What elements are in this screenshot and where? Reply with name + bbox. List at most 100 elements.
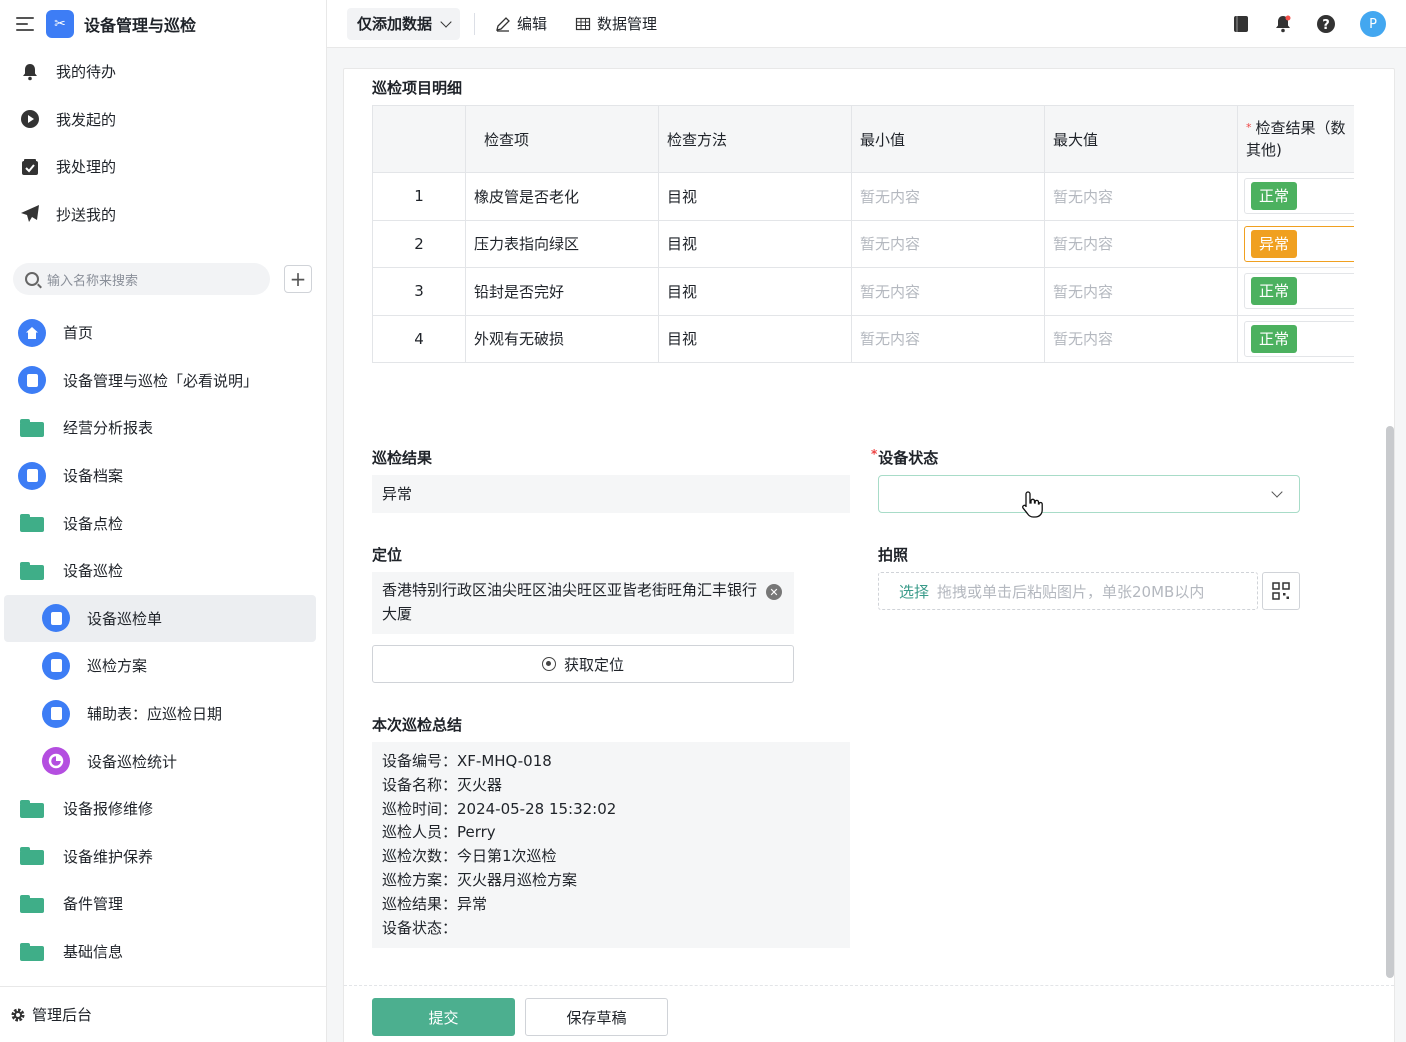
- table-row: 1 橡皮管是否老化 目视 暂无内容 暂无内容 正常: [372, 172, 1354, 221]
- qr-code-button[interactable]: [1262, 572, 1300, 610]
- sidebar-nav: 首页 设备管理与巡检「必看说明」 经营分析报表 设备档案 设备点检 设备巡检 设…: [0, 309, 326, 975]
- sidebar-item-label: 设备点检: [63, 514, 124, 533]
- sidebar-item-label: 抄送我的: [56, 205, 117, 224]
- admin-link[interactable]: 管理后台: [0, 986, 326, 1042]
- result-select[interactable]: 正常: [1244, 273, 1354, 310]
- summary-line: 巡检次数：今日第1次巡检: [382, 847, 557, 866]
- photo-upload-area[interactable]: 选择 拖拽或单击后粘贴图片，单张20MB以内: [878, 572, 1258, 610]
- summary-line: 设备编号：XF-MHQ-018: [382, 752, 552, 770]
- sidebar-item-reports[interactable]: 经营分析报表: [0, 404, 326, 452]
- clear-icon[interactable]: ✕: [766, 584, 782, 600]
- bell-icon: [20, 62, 40, 82]
- sidebar-item-spot-check[interactable]: 设备点检: [0, 499, 326, 547]
- tools-icon: ✂: [46, 10, 74, 38]
- sidebar-item-inspection-form[interactable]: 设备巡检单: [4, 594, 316, 643]
- sidebar-item-spare-parts[interactable]: 备件管理: [0, 880, 326, 928]
- sidebar-item-home[interactable]: 首页: [0, 309, 326, 357]
- add-button[interactable]: +: [284, 265, 312, 293]
- scrollbar[interactable]: [1386, 426, 1394, 978]
- sidebar-item-label: 设备管理与巡检「必看说明」: [63, 371, 259, 390]
- sidebar-item-label: 我发起的: [56, 110, 117, 129]
- sidebar-item-due-dates[interactable]: 辅助表：应巡检日期: [0, 690, 326, 738]
- inspection-items-table: 检查项 检查方法 最小值 最大值 * 检查结果（数 其他) 1 橡皮管是否老化 目视…: [372, 105, 1354, 363]
- photo-select-link[interactable]: 选择: [899, 581, 929, 602]
- form-card: 巡检项目明细 检查项 检查方法 最小值 最大值 * 检查结果（数 其他) 1 橡…: [343, 68, 1395, 1042]
- sidebar-item-label: 经营分析报表: [63, 419, 154, 438]
- cell-item: 橡皮管是否老化: [465, 172, 659, 221]
- sidebar-item-cc[interactable]: 抄送我的: [0, 191, 326, 239]
- photo-label: 拍照: [878, 546, 909, 564]
- status-label-text: 设备状态: [878, 449, 939, 467]
- cell-method: 目视: [658, 314, 852, 363]
- result-select[interactable]: 异常: [1244, 225, 1354, 262]
- sidebar-item-inspection[interactable]: 设备巡检: [0, 547, 326, 595]
- cell-max: 暂无内容: [1044, 314, 1238, 363]
- summary-line: 巡检结果：异常: [382, 894, 488, 913]
- search-icon: [25, 272, 39, 286]
- column-header-item: 检查项: [465, 105, 659, 173]
- table-header-row: 检查项 检查方法 最小值 最大值 * 检查结果（数 其他): [372, 105, 1354, 173]
- location-value: 香港特别行政区油尖旺区油尖旺区亚皆老街旺角汇丰银行大厦: [382, 581, 758, 623]
- get-location-button[interactable]: 获取定位: [372, 645, 794, 683]
- result-tag: 正常: [1251, 182, 1298, 211]
- summary-label: 本次巡检总结: [372, 716, 463, 734]
- sidebar-item-inspection-plan[interactable]: 巡检方案: [0, 642, 326, 690]
- sidebar-item-todo[interactable]: 我的待办: [0, 48, 326, 96]
- result-field: 异常: [372, 475, 850, 513]
- cell-index: 1: [372, 172, 466, 221]
- cell-result: 正常: [1237, 267, 1354, 316]
- sidebar: ✂ 设备管理与巡检 我的待办 我发起的 我处理的 抄送我的 输入名称来搜索 +: [0, 0, 327, 1042]
- table-icon: [575, 17, 591, 30]
- cell-index: 4: [372, 314, 466, 363]
- help-icon[interactable]: ?: [1316, 14, 1336, 34]
- result-select[interactable]: 正常: [1244, 320, 1354, 357]
- result-select[interactable]: 正常: [1244, 178, 1354, 215]
- table-row: 4 外观有无破损 目视 暂无内容 暂无内容 正常: [372, 314, 1354, 363]
- cell-index: 3: [372, 267, 466, 316]
- menu-icon[interactable]: [16, 17, 34, 31]
- document-icon: [18, 366, 46, 395]
- qr-code-icon: [1272, 582, 1290, 600]
- column-header-result-line2: 其他): [1246, 141, 1282, 159]
- sidebar-item-maintenance[interactable]: 设备维护保养: [0, 833, 326, 881]
- book-icon[interactable]: [1232, 15, 1250, 33]
- app-title: 设备管理与巡检: [84, 16, 197, 35]
- document-icon: [42, 699, 70, 728]
- sidebar-item-label: 首页: [63, 324, 94, 343]
- document-icon: [42, 651, 70, 680]
- edit-button[interactable]: 编辑: [495, 13, 547, 34]
- hand-cursor-icon: [1022, 491, 1043, 518]
- cell-min: 暂无内容: [851, 267, 1045, 316]
- notification-bell-icon[interactable]: [1274, 15, 1292, 33]
- required-mark: *: [1246, 121, 1252, 134]
- sidebar-item-initiated[interactable]: 我发起的: [0, 96, 326, 144]
- main-content: 巡检项目明细 检查项 检查方法 最小值 最大值 * 检查结果（数 其他) 1 橡…: [327, 48, 1406, 1042]
- photo-hint: 拖拽或单击后粘贴图片，单张20MB以内: [937, 582, 1205, 601]
- submit-button[interactable]: 提交: [372, 998, 515, 1036]
- sidebar-item-label: 辅助表：应巡检日期: [87, 705, 223, 724]
- cell-index: 2: [372, 219, 466, 268]
- sidebar-item-basic-info[interactable]: 基础信息: [0, 928, 326, 976]
- detail-section-title: 巡检项目明细: [372, 79, 463, 97]
- sidebar-item-handled[interactable]: 我处理的: [0, 143, 326, 191]
- sidebar-item-inspection-stats[interactable]: 设备巡检统计: [0, 737, 326, 785]
- sidebar-item-archive[interactable]: 设备档案: [0, 452, 326, 500]
- sidebar-search-row: 输入名称来搜索 +: [13, 263, 312, 295]
- search-input[interactable]: 输入名称来搜索: [13, 263, 270, 295]
- status-select[interactable]: [878, 475, 1300, 513]
- cell-min: 暂无内容: [851, 314, 1045, 363]
- table-row: 2 压力表指向绿区 目视 暂无内容 暂无内容 异常: [372, 219, 1354, 268]
- summary-line: 设备名称：灭火器: [382, 775, 503, 794]
- user-avatar[interactable]: P: [1360, 11, 1386, 37]
- folder-icon: [20, 894, 44, 913]
- column-header-index: [372, 105, 466, 173]
- sidebar-item-guide[interactable]: 设备管理与巡检「必看说明」: [0, 357, 326, 405]
- column-header-max: 最大值: [1044, 105, 1238, 173]
- view-select[interactable]: 仅添加数据: [347, 7, 461, 40]
- data-manage-button[interactable]: 数据管理: [575, 13, 657, 34]
- sidebar-item-repair[interactable]: 设备报修维修: [0, 785, 326, 833]
- folder-open-icon: [20, 561, 44, 580]
- location-field[interactable]: 香港特别行政区油尖旺区油尖旺区亚皆老街旺角汇丰银行大厦 ✕: [372, 572, 794, 634]
- sidebar-item-label: 巡检方案: [87, 657, 148, 676]
- save-draft-button[interactable]: 保存草稿: [525, 998, 668, 1036]
